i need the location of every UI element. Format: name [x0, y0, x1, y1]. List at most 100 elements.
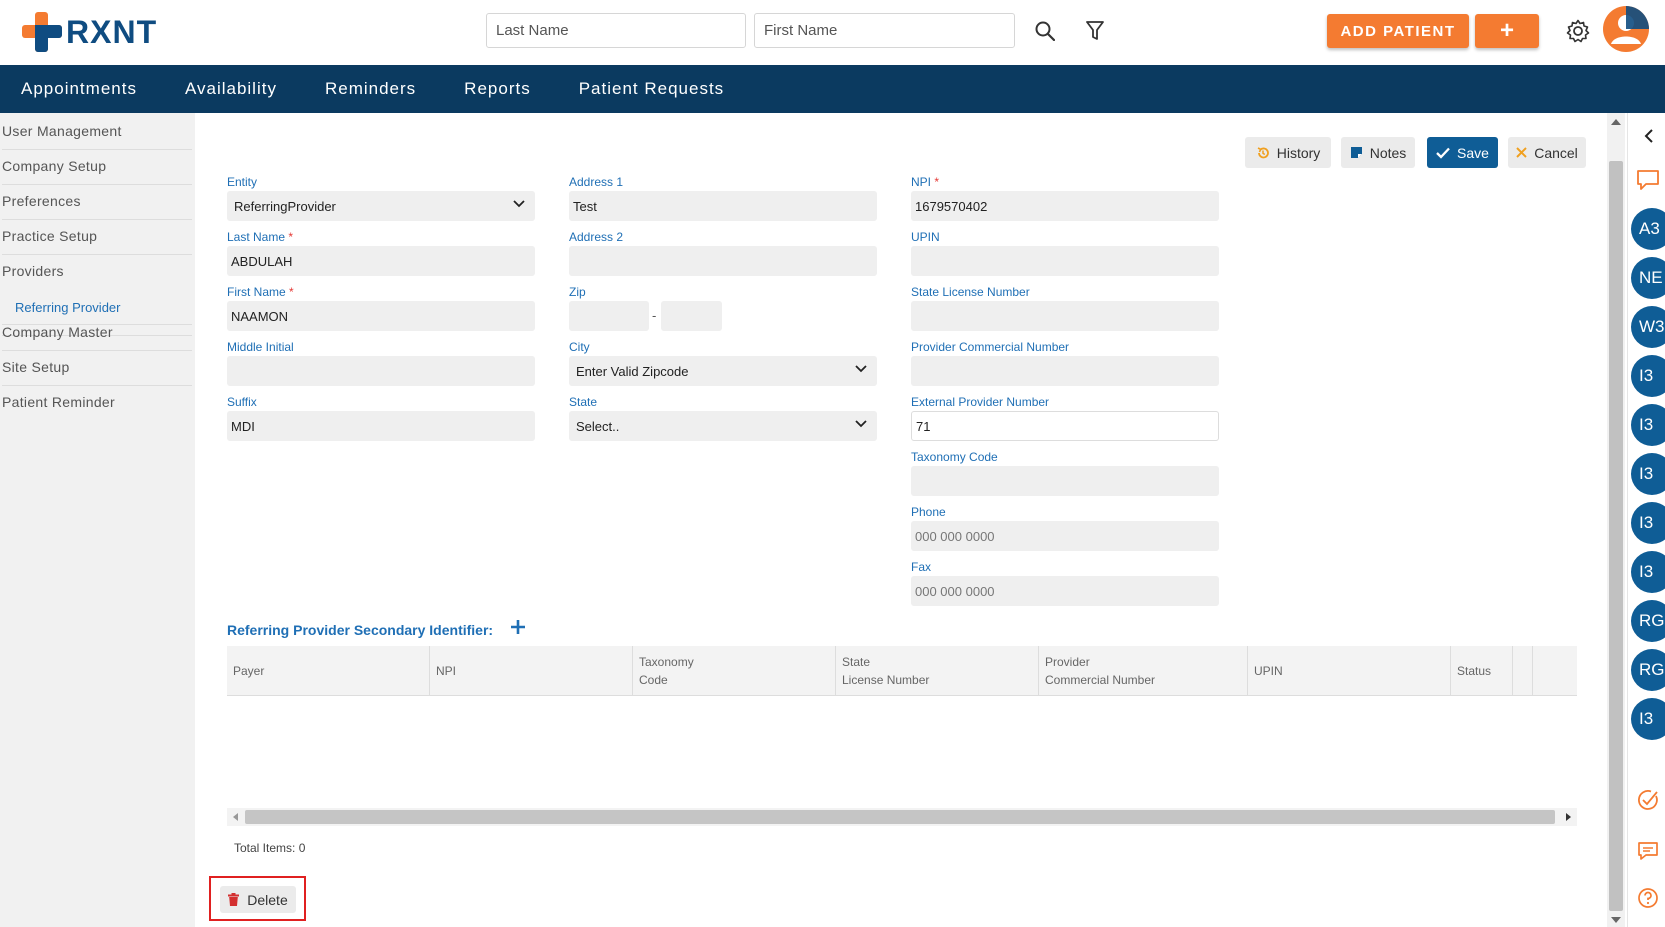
- sidebar-item-site-setup[interactable]: Site Setup: [2, 359, 192, 386]
- user-badge[interactable]: NE: [1631, 257, 1665, 299]
- user-badge[interactable]: I3: [1631, 355, 1665, 397]
- last-name-search-input[interactable]: [486, 13, 746, 48]
- column-header-upin[interactable]: UPIN: [1248, 646, 1451, 696]
- zip-field[interactable]: [569, 301, 649, 331]
- user-badge[interactable]: I3: [1631, 698, 1665, 740]
- delete-button[interactable]: Delete: [220, 886, 296, 913]
- upin-field[interactable]: [911, 246, 1219, 276]
- suffix-field[interactable]: MDI: [227, 411, 535, 441]
- user-badge[interactable]: I3: [1631, 502, 1665, 544]
- state-select[interactable]: Select..: [569, 411, 877, 441]
- search-icon[interactable]: [1033, 19, 1057, 43]
- nav-reminders[interactable]: Reminders: [325, 79, 416, 99]
- notes-icon: [1350, 147, 1362, 158]
- history-label: History: [1276, 144, 1321, 161]
- fax-field[interactable]: 000 000 0000: [911, 576, 1219, 606]
- sidebar-item-user-management[interactable]: User Management: [2, 123, 192, 150]
- address2-label: Address 2: [569, 230, 624, 244]
- provider-commercial-field[interactable]: [911, 356, 1219, 386]
- right-rail: A3 NE W3 I3 I3 I3 I3 I3 RG RG I3: [1627, 113, 1665, 927]
- entity-label: Entity: [227, 175, 258, 189]
- sidebar-item-company-setup[interactable]: Company Setup: [2, 158, 192, 185]
- sidebar-item-preferences[interactable]: Preferences: [2, 193, 192, 220]
- user-badge[interactable]: I3: [1631, 404, 1665, 446]
- sidebar-item-providers[interactable]: Providers: [2, 263, 192, 289]
- first-name-label: First Name *: [227, 285, 294, 299]
- external-provider-field[interactable]: 71: [911, 411, 1219, 441]
- cancel-label: Cancel: [1534, 144, 1578, 161]
- zip-extension-field[interactable]: [661, 301, 722, 331]
- grid-horizontal-scrollbar[interactable]: [227, 808, 1577, 826]
- scroll-down-icon[interactable]: [1611, 917, 1621, 923]
- city-select[interactable]: Enter Valid Zipcode: [569, 356, 877, 386]
- collapse-chevron-left-icon[interactable]: [1644, 129, 1653, 143]
- page-vertical-scrollbar[interactable]: [1607, 113, 1625, 927]
- sidebar-item-company-master[interactable]: Company Master: [2, 324, 192, 351]
- add-plus-button[interactable]: +: [1475, 14, 1539, 48]
- user-badge[interactable]: I3: [1631, 551, 1665, 593]
- nav-availability[interactable]: Availability: [185, 79, 277, 99]
- user-badge[interactable]: I3: [1631, 453, 1665, 495]
- delete-label: Delete: [247, 891, 288, 908]
- rxnt-logo[interactable]: RXNT: [22, 12, 157, 52]
- chevron-down-icon: [855, 365, 867, 373]
- middle-initial-field[interactable]: [227, 356, 535, 386]
- column-header-payer[interactable]: Payer: [227, 646, 430, 696]
- provider-commercial-label: Provider Commercial Number: [911, 340, 1070, 354]
- sidebar-item-practice-setup[interactable]: Practice Setup: [2, 228, 192, 255]
- column-header-npi[interactable]: NPI: [430, 646, 633, 696]
- phone-field[interactable]: 000 000 0000: [911, 521, 1219, 551]
- city-label: City: [569, 340, 590, 354]
- check-circle-icon[interactable]: [1637, 789, 1659, 811]
- column-header-taxonomy-code[interactable]: Taxonomy Code: [633, 646, 836, 696]
- first-name-field[interactable]: NAAMON: [227, 301, 535, 331]
- user-badge[interactable]: W3: [1631, 306, 1665, 348]
- gear-icon[interactable]: [1565, 18, 1591, 44]
- state-license-field[interactable]: [911, 301, 1219, 331]
- sidebar-item-patient-reminder[interactable]: Patient Reminder: [2, 394, 192, 420]
- scroll-left-icon[interactable]: [233, 813, 239, 821]
- chat-bubble-icon[interactable]: [1636, 169, 1660, 191]
- add-secondary-identifier-button[interactable]: [510, 619, 526, 635]
- external-provider-label: External Provider Number: [911, 395, 1050, 409]
- grid-scroll-thumb[interactable]: [245, 810, 1555, 824]
- zip-separator: -: [652, 308, 657, 323]
- user-avatar[interactable]: [1602, 5, 1650, 53]
- scroll-right-icon[interactable]: [1565, 813, 1571, 821]
- state-license-label: State License Number: [911, 285, 1030, 299]
- column-header-status[interactable]: Status: [1451, 646, 1513, 696]
- notes-button[interactable]: Notes: [1341, 137, 1415, 168]
- scroll-up-icon[interactable]: [1611, 119, 1621, 125]
- entity-select[interactable]: ReferringProvider: [227, 191, 535, 221]
- secondary-identifier-title: Referring Provider Secondary Identifier:: [227, 622, 494, 638]
- nav-reports[interactable]: Reports: [464, 79, 531, 99]
- save-button[interactable]: Save: [1427, 137, 1498, 168]
- message-icon[interactable]: [1637, 841, 1659, 861]
- page-scroll-thumb[interactable]: [1609, 161, 1623, 911]
- city-value: Enter Valid Zipcode: [576, 363, 689, 379]
- last-name-field[interactable]: ABDULAH: [227, 246, 535, 276]
- help-icon[interactable]: [1637, 887, 1659, 909]
- sidebar-subitem-referring-provider[interactable]: Referring Provider: [15, 300, 121, 315]
- upin-label: UPIN: [911, 230, 940, 244]
- user-badge[interactable]: RG: [1631, 600, 1665, 642]
- nav-patient-requests[interactable]: Patient Requests: [579, 79, 724, 99]
- user-badge[interactable]: A3: [1631, 208, 1665, 250]
- add-patient-button[interactable]: ADD PATIENT: [1327, 14, 1469, 48]
- nav-appointments[interactable]: Appointments: [21, 79, 137, 99]
- total-items: Total Items: 0: [234, 841, 306, 855]
- npi-field[interactable]: 1679570402: [911, 191, 1219, 221]
- filter-icon[interactable]: [1083, 19, 1107, 43]
- column-header-provider-commercial-number[interactable]: Provider Commercial Number: [1039, 646, 1248, 696]
- address1-field[interactable]: Test: [569, 191, 877, 221]
- first-name-search-input[interactable]: [754, 13, 1015, 48]
- middle-initial-label: Middle Initial: [227, 340, 294, 354]
- user-badge[interactable]: RG: [1631, 649, 1665, 691]
- taxonomy-field[interactable]: [911, 466, 1219, 496]
- column-header-state-license-number[interactable]: State License Number: [836, 646, 1039, 696]
- history-button[interactable]: History: [1245, 137, 1331, 168]
- cancel-button[interactable]: Cancel: [1508, 137, 1586, 168]
- main-nav: Appointments Availability Reminders Repo…: [0, 65, 1665, 113]
- chevron-down-icon: [855, 420, 867, 428]
- address2-field[interactable]: [569, 246, 877, 276]
